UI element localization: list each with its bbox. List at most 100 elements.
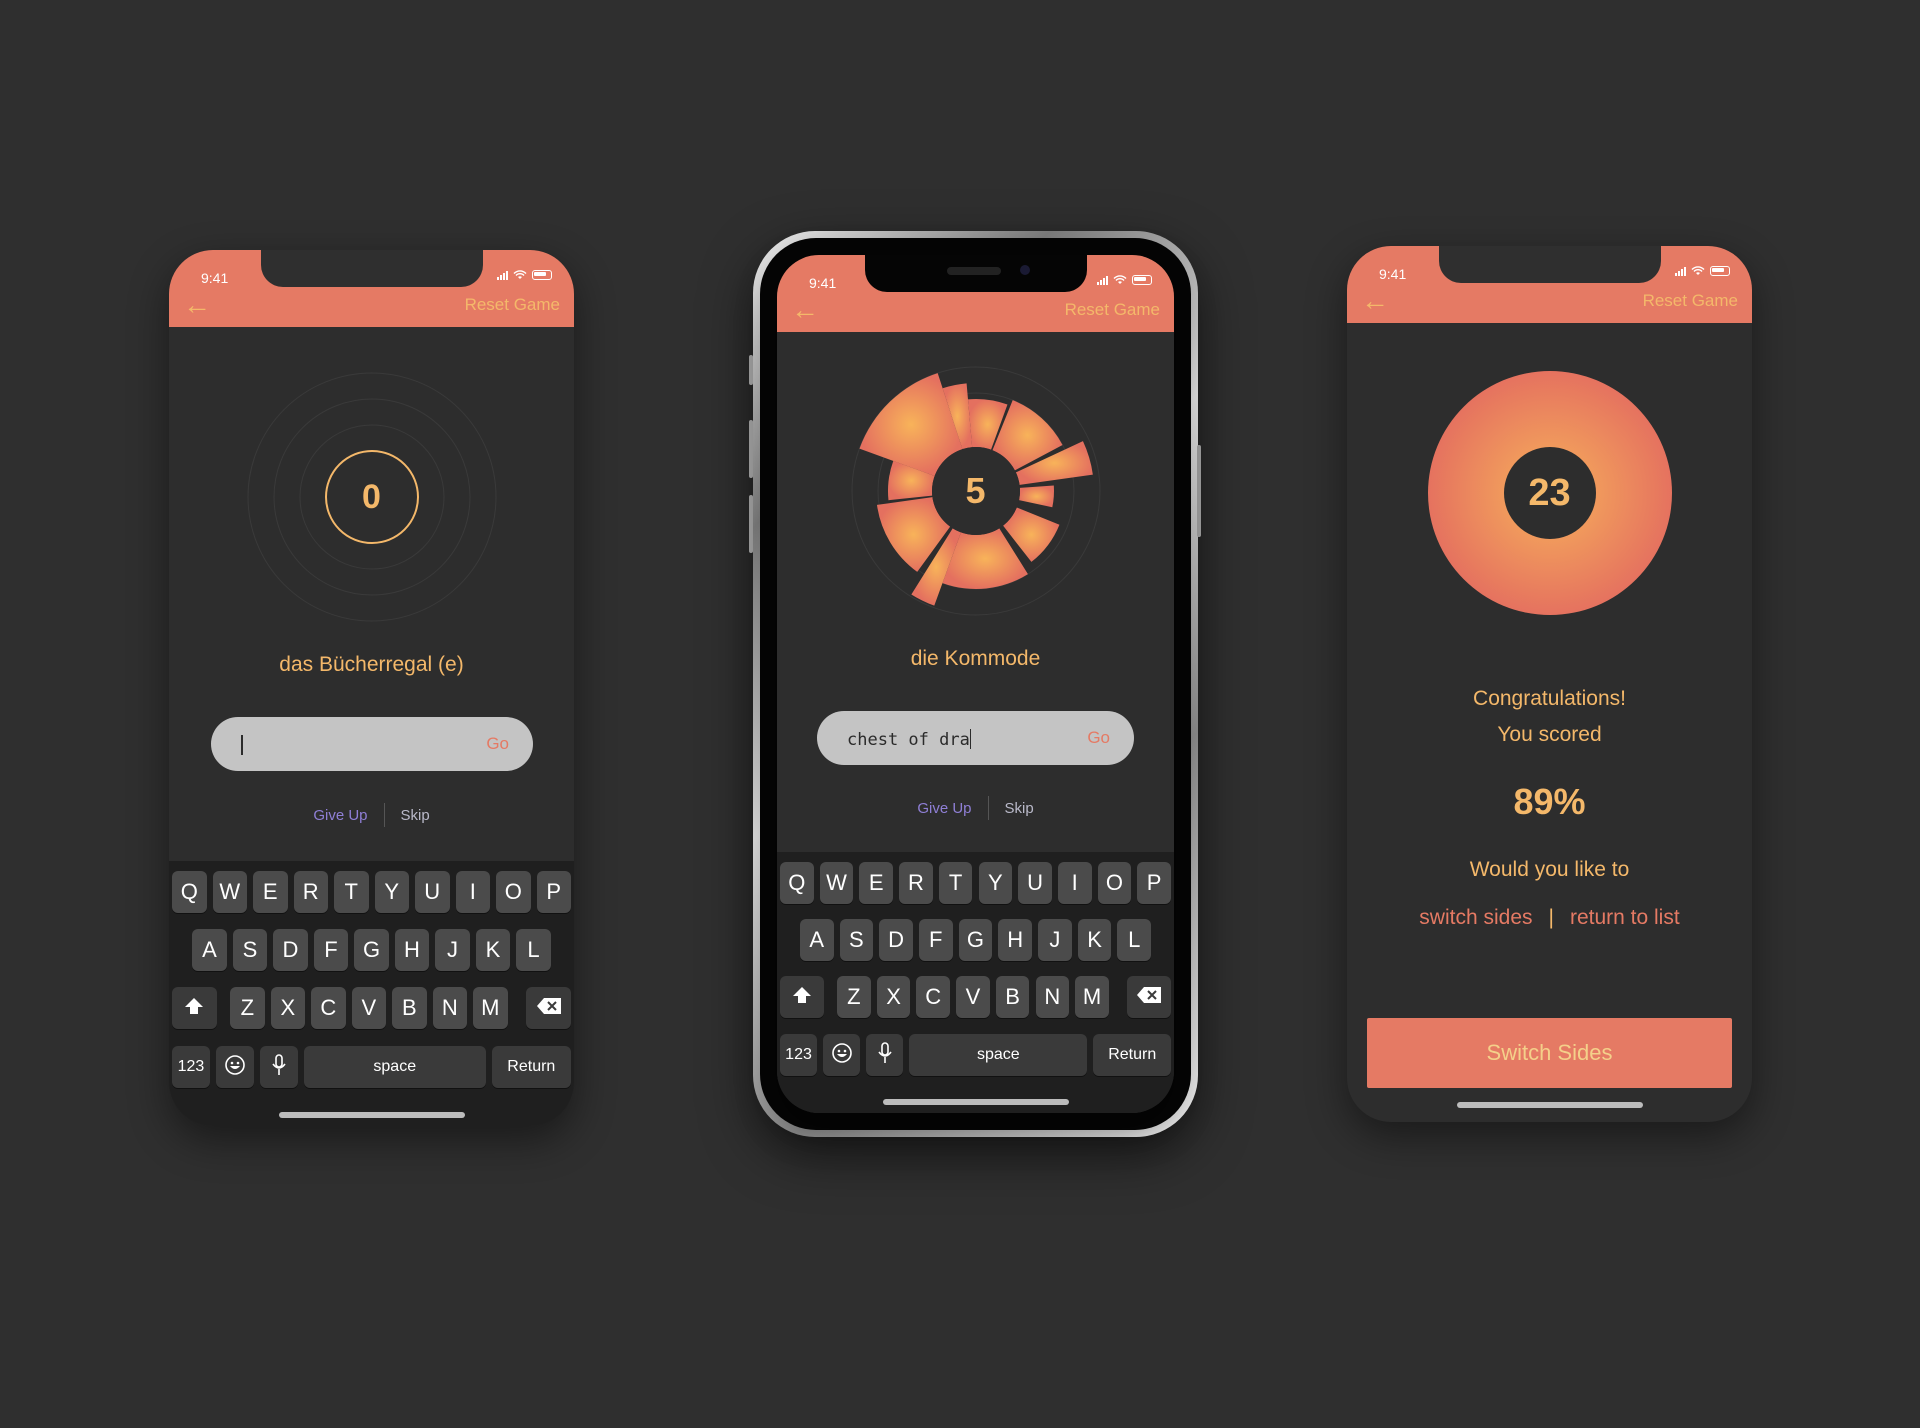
return-key[interactable]: Return (1093, 1034, 1171, 1076)
switch-sides-button[interactable]: Switch Sides (1367, 1018, 1732, 1088)
key-v[interactable]: V (351, 987, 387, 1029)
skip-link[interactable]: Skip (989, 800, 1034, 817)
key-n[interactable]: N (1035, 976, 1070, 1018)
key-p[interactable]: P (1137, 862, 1171, 904)
key-e[interactable]: E (253, 871, 288, 913)
key-x[interactable]: X (270, 987, 306, 1029)
key-q[interactable]: Q (172, 871, 207, 913)
microphone-key[interactable] (259, 1046, 298, 1088)
home-indicator (278, 1112, 465, 1118)
key-c[interactable]: C (916, 976, 951, 1018)
key-j[interactable]: J (1038, 919, 1072, 961)
key-z[interactable]: Z (837, 976, 871, 1018)
reset-game-button[interactable]: Reset Game (1065, 300, 1160, 320)
nav-header: ← Reset Game (1347, 283, 1752, 323)
go-button[interactable]: Go (1087, 728, 1110, 748)
congrats-heading: Congratulations! You scored (1347, 681, 1752, 753)
battery-icon (1132, 275, 1152, 285)
key-d[interactable]: D (273, 929, 308, 971)
reset-game-button[interactable]: Reset Game (465, 295, 560, 315)
key-b[interactable]: B (392, 987, 427, 1029)
key-y[interactable]: Y (374, 871, 409, 913)
reset-game-button[interactable]: Reset Game (1643, 291, 1738, 311)
numbers-key[interactable]: 123 (172, 1046, 210, 1088)
device-notch (260, 250, 483, 287)
key-j[interactable]: J (435, 929, 470, 971)
key-k[interactable]: K (475, 929, 511, 971)
key-s[interactable]: S (839, 919, 874, 961)
switch-sides-link[interactable]: switch sides (1419, 906, 1532, 929)
key-g[interactable]: G (958, 919, 993, 961)
microphone-icon (272, 1053, 286, 1081)
arrow-left-icon[interactable]: ← (183, 291, 211, 319)
key-i[interactable]: I (1057, 862, 1092, 904)
return-key[interactable]: Return (491, 1046, 571, 1088)
key-t[interactable]: T (334, 871, 369, 913)
skip-link[interactable]: Skip (385, 807, 430, 824)
key-d[interactable]: D (879, 919, 913, 961)
key-l[interactable]: L (516, 929, 551, 971)
key-r[interactable]: R (293, 871, 328, 913)
key-p[interactable]: P (536, 871, 571, 913)
key-r[interactable]: R (899, 862, 933, 904)
key-f[interactable]: F (313, 929, 349, 971)
key-u[interactable]: U (415, 871, 450, 913)
key-x[interactable]: X (876, 976, 911, 1018)
microphone-key[interactable] (866, 1034, 904, 1076)
key-k[interactable]: K (1077, 919, 1112, 961)
arrow-left-icon[interactable]: ← (791, 296, 819, 324)
give-up-link[interactable]: Give Up (917, 800, 987, 817)
key-l[interactable]: L (1117, 919, 1152, 961)
key-w[interactable]: W (212, 871, 247, 913)
status-indicators (1675, 266, 1730, 276)
score-value: 5 (931, 447, 1020, 535)
device-notch (1438, 246, 1661, 283)
key-m[interactable]: M (473, 987, 508, 1029)
space-key[interactable]: space (303, 1046, 486, 1088)
key-u[interactable]: U (1018, 862, 1052, 904)
home-indicator (1456, 1102, 1643, 1108)
key-f[interactable]: F (918, 919, 953, 961)
answer-input[interactable]: Go (211, 717, 533, 771)
numbers-key[interactable]: 123 (780, 1034, 818, 1076)
arrow-left-icon[interactable]: ← (1361, 287, 1389, 315)
key-a[interactable]: A (192, 929, 227, 971)
delete-key[interactable] (526, 987, 571, 1029)
signal-icon (1675, 266, 1686, 276)
sunburst-segment (1018, 485, 1054, 508)
shift-key[interactable] (780, 976, 824, 1018)
key-w[interactable]: W (819, 862, 854, 904)
key-n[interactable]: N (432, 987, 468, 1029)
shift-key[interactable] (172, 987, 217, 1029)
give-up-link[interactable]: Give Up (313, 807, 383, 824)
key-v[interactable]: V (956, 976, 990, 1018)
score-value: 23 (1503, 447, 1596, 539)
key-y[interactable]: Y (978, 862, 1013, 904)
emoji-key[interactable] (823, 1034, 861, 1076)
emoji-key[interactable] (215, 1046, 254, 1088)
key-m[interactable]: M (1075, 976, 1109, 1018)
key-h[interactable]: H (394, 929, 430, 971)
phone-screen-results: 9:41 ← Reset Game 23 Congratulations! Yo… (1347, 246, 1752, 1122)
key-t[interactable]: T (938, 862, 973, 904)
shift-arrow-icon (792, 986, 812, 1009)
key-g[interactable]: G (354, 929, 389, 971)
key-q[interactable]: Q (780, 862, 814, 904)
key-o[interactable]: O (1097, 862, 1132, 904)
key-s[interactable]: S (232, 929, 268, 971)
delete-key[interactable] (1127, 976, 1171, 1018)
key-e[interactable]: E (859, 862, 894, 904)
score-percent: 89% (1513, 781, 1586, 822)
go-button[interactable]: Go (486, 734, 509, 754)
status-indicators (497, 270, 552, 280)
key-c[interactable]: C (311, 987, 346, 1029)
key-a[interactable]: A (799, 919, 834, 961)
answer-input[interactable]: chest of dra Go (817, 711, 1134, 765)
key-z[interactable]: Z (230, 987, 265, 1029)
space-key[interactable]: space (909, 1034, 1088, 1076)
key-i[interactable]: I (455, 871, 490, 913)
key-h[interactable]: H (998, 919, 1033, 961)
key-o[interactable]: O (496, 871, 531, 913)
return-to-list-link[interactable]: return to list (1570, 906, 1680, 929)
key-b[interactable]: B (995, 976, 1030, 1018)
